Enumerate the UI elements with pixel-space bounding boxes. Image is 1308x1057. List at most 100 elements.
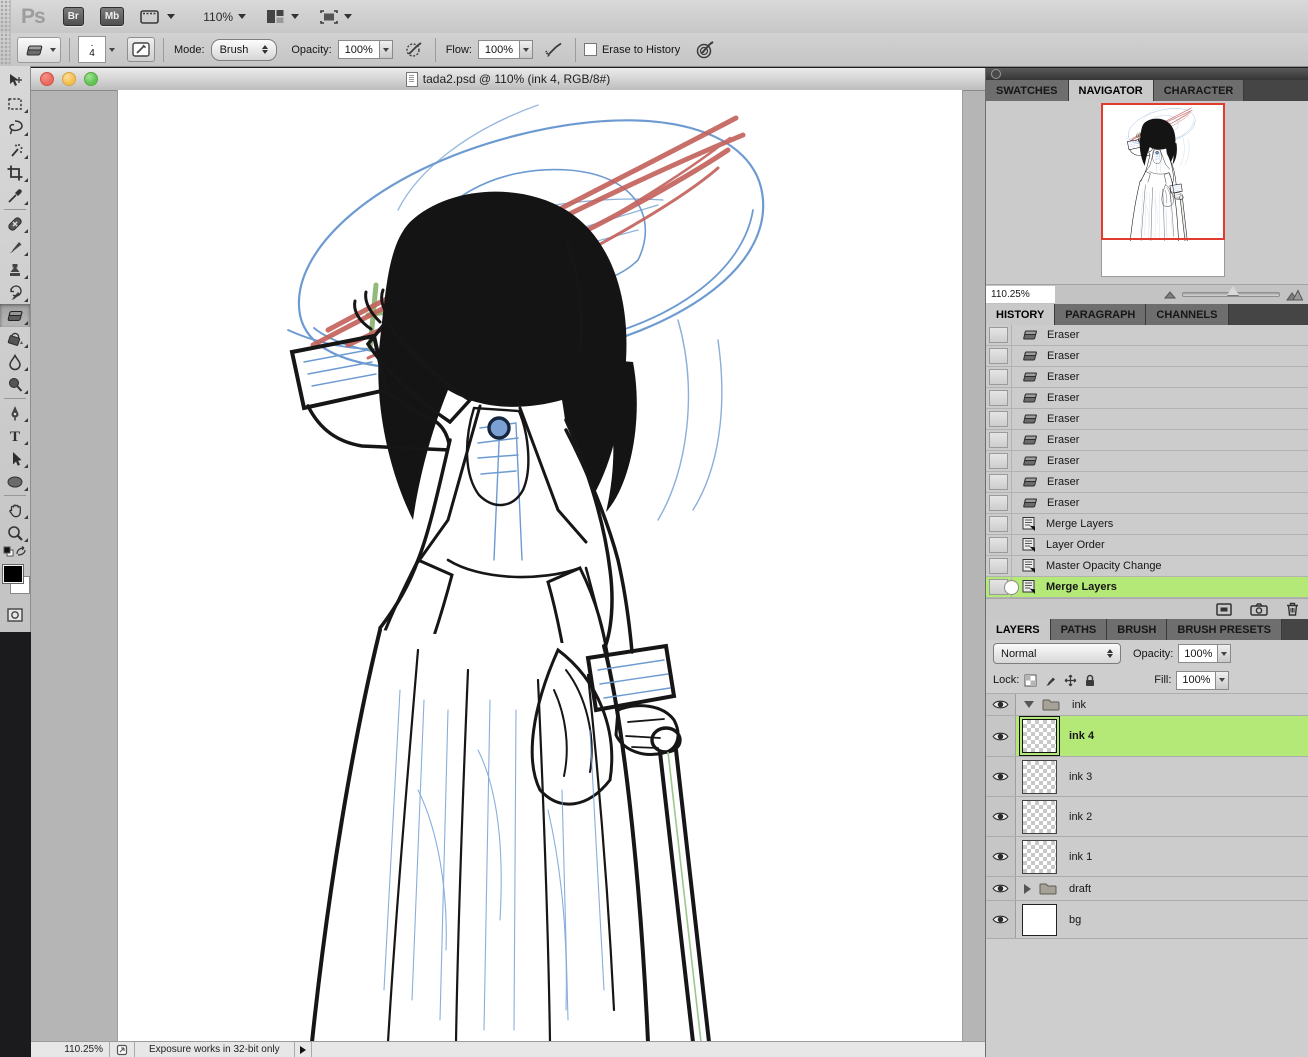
quick-mask-button[interactable] bbox=[0, 603, 30, 626]
tab-channels[interactable]: CHANNELS bbox=[1146, 304, 1228, 325]
history-source-well[interactable] bbox=[989, 369, 1008, 385]
tab-layers[interactable]: LAYERS bbox=[986, 619, 1051, 640]
layers-opacity-control[interactable]: 100% bbox=[1178, 644, 1231, 663]
opacity-dropdown-button[interactable] bbox=[380, 40, 393, 59]
pen-tool[interactable] bbox=[0, 401, 30, 424]
canvas[interactable] bbox=[118, 90, 962, 1042]
history-source-well[interactable] bbox=[989, 537, 1008, 553]
layer-row-selected[interactable]: ink 4 bbox=[986, 716, 1308, 757]
statusbar-zoom-field[interactable]: 110.25% bbox=[31, 1042, 110, 1057]
airbrush-button[interactable] bbox=[401, 38, 427, 61]
new-document-from-state-icon[interactable] bbox=[1216, 603, 1232, 616]
history-row-selected[interactable]: Merge Layers bbox=[986, 577, 1308, 598]
panel-dock-header[interactable] bbox=[986, 68, 1308, 80]
bridge-button[interactable]: Br bbox=[63, 7, 84, 26]
path-selection-tool[interactable] bbox=[0, 447, 30, 470]
history-source-well[interactable] bbox=[989, 432, 1008, 448]
brush-tool[interactable] bbox=[0, 235, 30, 258]
navigator-view-box[interactable] bbox=[1101, 103, 1225, 240]
history-row[interactable]: Eraser bbox=[986, 367, 1308, 388]
lock-position-icon[interactable] bbox=[1064, 674, 1077, 687]
magic-wand-tool[interactable] bbox=[0, 138, 30, 161]
slider-thumb[interactable] bbox=[1227, 286, 1239, 295]
layer-thumbnail[interactable] bbox=[1022, 800, 1057, 834]
layer-row[interactable]: ink 3 bbox=[986, 757, 1308, 797]
blur-tool[interactable] bbox=[0, 350, 30, 373]
tab-navigator[interactable]: NAVIGATOR bbox=[1069, 80, 1154, 101]
layers-opacity-value[interactable]: 100% bbox=[1178, 644, 1218, 663]
zoom-tool[interactable] bbox=[0, 521, 30, 544]
erase-to-history-option[interactable]: Erase to History bbox=[584, 43, 680, 56]
erase-to-history-checkbox[interactable] bbox=[584, 43, 597, 56]
history-row[interactable]: Layer Order bbox=[986, 535, 1308, 556]
foreground-color-swatch[interactable] bbox=[3, 565, 23, 583]
history-source-well[interactable] bbox=[989, 327, 1008, 343]
zoom-in-icon[interactable] bbox=[1286, 289, 1303, 301]
visibility-toggle[interactable] bbox=[986, 797, 1016, 836]
drag-grip[interactable] bbox=[0, 0, 11, 33]
eraser-tool[interactable] bbox=[0, 304, 30, 327]
default-swap-colors[interactable] bbox=[0, 544, 30, 559]
group-expand-triangle[interactable] bbox=[1024, 884, 1031, 894]
hand-tool[interactable] bbox=[0, 498, 30, 521]
opacity-value[interactable]: 100% bbox=[338, 40, 380, 59]
zoom-level-button[interactable]: 110% bbox=[203, 10, 246, 24]
history-row[interactable]: Eraser bbox=[986, 430, 1308, 451]
document-titlebar[interactable]: tada2.psd @ 110% (ink 4, RGB/8#) bbox=[31, 68, 985, 91]
layer-row[interactable]: ink 2 bbox=[986, 797, 1308, 837]
visibility-toggle[interactable] bbox=[986, 716, 1016, 756]
visibility-toggle[interactable] bbox=[986, 877, 1016, 900]
tab-paths[interactable]: PATHS bbox=[1051, 619, 1108, 640]
flow-dropdown-button[interactable] bbox=[520, 40, 533, 59]
zoom-out-icon[interactable] bbox=[1164, 290, 1176, 299]
layer-thumbnail[interactable] bbox=[1022, 904, 1057, 936]
history-row[interactable]: Eraser bbox=[986, 493, 1308, 514]
history-row[interactable]: Eraser bbox=[986, 451, 1308, 472]
history-row[interactable]: Eraser bbox=[986, 346, 1308, 367]
visibility-toggle[interactable] bbox=[986, 837, 1016, 876]
history-source-well[interactable] bbox=[989, 390, 1008, 406]
visibility-toggle[interactable] bbox=[986, 901, 1016, 938]
view-extras-button[interactable] bbox=[140, 9, 175, 25]
collapse-dock-button[interactable] bbox=[991, 69, 1001, 79]
tablet-pressure-button[interactable] bbox=[692, 38, 718, 61]
history-source-well[interactable] bbox=[989, 411, 1008, 427]
tab-paragraph[interactable]: PARAGRAPH bbox=[1055, 304, 1146, 325]
crop-tool[interactable] bbox=[0, 161, 30, 184]
layer-row[interactable]: ink 1 bbox=[986, 837, 1308, 877]
visibility-toggle[interactable] bbox=[986, 757, 1016, 796]
flow-value[interactable]: 100% bbox=[478, 40, 520, 59]
flow-control[interactable]: 100% bbox=[478, 40, 533, 59]
history-source-well[interactable] bbox=[989, 558, 1008, 574]
new-snapshot-camera-icon[interactable] bbox=[1250, 603, 1268, 616]
navigator-thumbnail[interactable] bbox=[1101, 103, 1225, 277]
eyedropper-tool[interactable] bbox=[0, 184, 30, 207]
lock-pixels-icon[interactable] bbox=[1044, 674, 1057, 687]
delete-trash-icon[interactable] bbox=[1286, 602, 1299, 616]
fill-value[interactable]: 100% bbox=[1176, 671, 1216, 690]
type-tool[interactable]: T bbox=[0, 424, 30, 447]
fill-dropdown-button[interactable] bbox=[1216, 671, 1229, 690]
history-source-well[interactable] bbox=[989, 474, 1008, 490]
layer-thumbnail[interactable] bbox=[1022, 760, 1057, 794]
clone-stamp-tool[interactable] bbox=[0, 258, 30, 281]
lock-transparency-icon[interactable] bbox=[1024, 674, 1037, 687]
marquee-tool[interactable] bbox=[0, 92, 30, 115]
history-row[interactable]: Merge Layers bbox=[986, 514, 1308, 535]
dodge-tool[interactable] bbox=[0, 373, 30, 396]
history-brush-tool[interactable] bbox=[0, 281, 30, 304]
layer-thumbnail[interactable] bbox=[1022, 840, 1057, 874]
tab-brush[interactable]: BRUSH bbox=[1107, 619, 1167, 640]
history-drag-handle[interactable] bbox=[1004, 580, 1019, 595]
mini-bridge-button[interactable]: Mb bbox=[100, 7, 124, 26]
shape-tool[interactable] bbox=[0, 470, 30, 493]
blend-mode-select[interactable]: Normal bbox=[993, 643, 1121, 664]
layer-row-group[interactable]: draft bbox=[986, 877, 1308, 901]
history-source-well[interactable] bbox=[989, 516, 1008, 532]
history-source-well[interactable] bbox=[989, 495, 1008, 511]
fill-control[interactable]: 100% bbox=[1176, 671, 1229, 690]
arrange-documents-button[interactable] bbox=[266, 9, 299, 25]
visibility-toggle[interactable] bbox=[986, 694, 1016, 715]
statusbar-menu-button[interactable] bbox=[295, 1042, 312, 1057]
history-row[interactable]: Eraser bbox=[986, 409, 1308, 430]
